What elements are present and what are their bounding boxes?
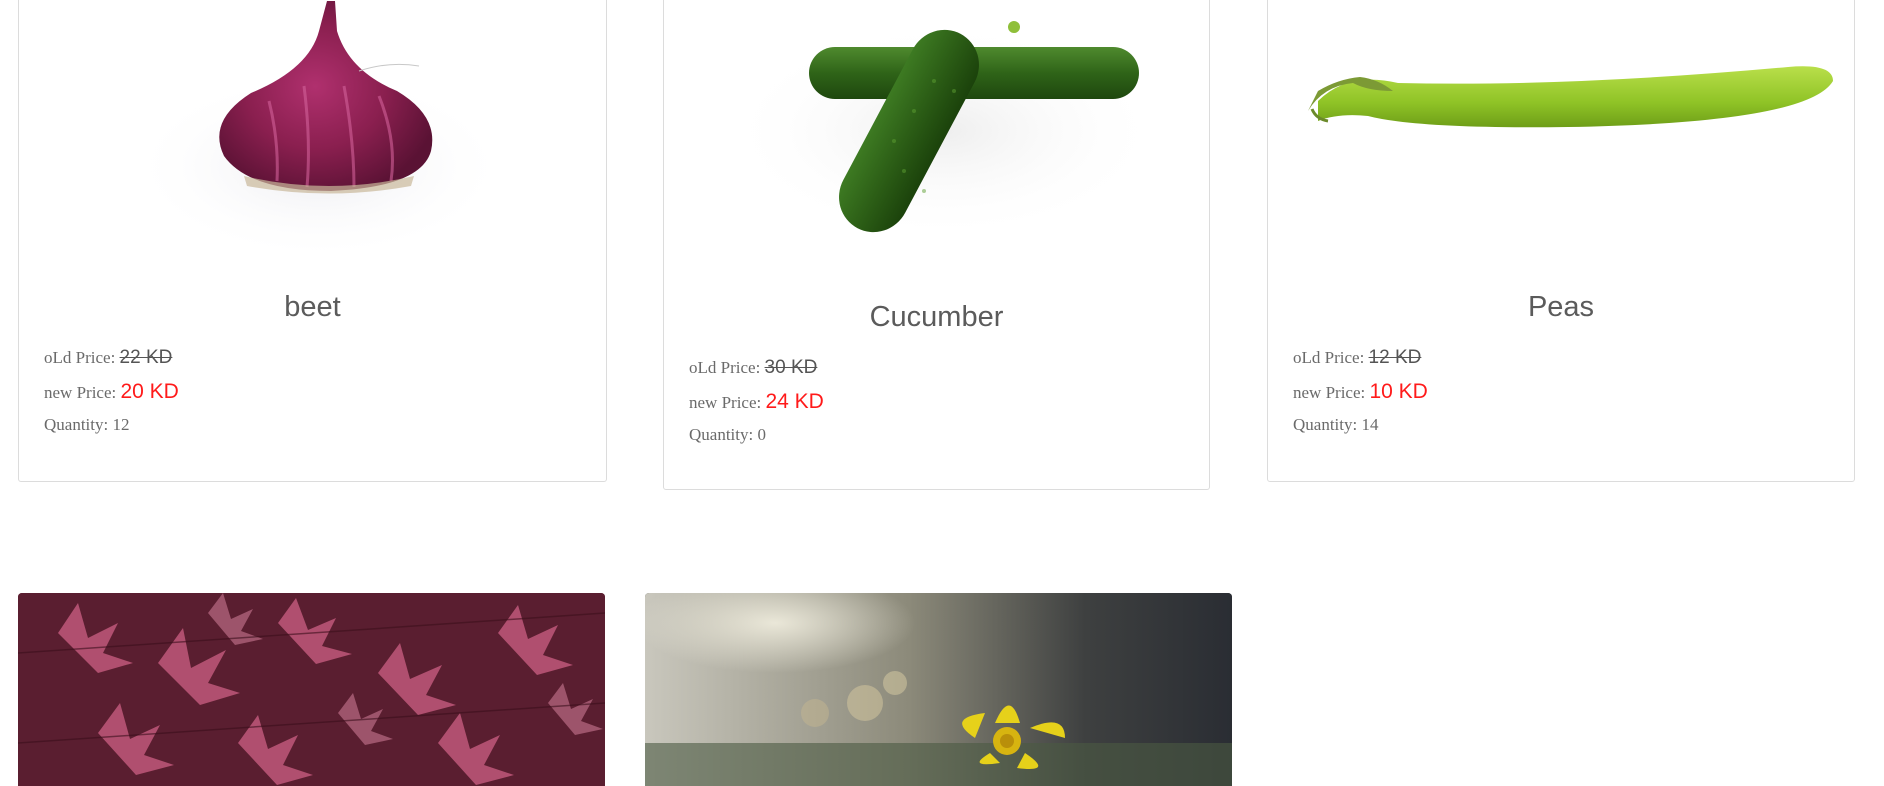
quantity-label: Quantity: [1293,415,1358,434]
old-price-value: 30 KD [764,357,818,378]
product-name[interactable]: beet [19,291,606,324]
old-price-value: 22 KD [119,347,173,368]
old-price-row: oLd Price: 30 KD [689,351,824,385]
peas-image [1308,66,1833,128]
product-card-beet[interactable]: beet oLd Price: 22 KD new Price: 20 KD Q… [18,0,607,482]
quantity-row: Quantity: 12 [44,410,179,440]
beet-image [129,1,509,261]
old-price-label: oLd Price: [1293,348,1365,367]
product-image-yellow-flower[interactable] [645,593,1232,786]
new-price-row: new Price: 10 KD [1293,375,1428,410]
quantity-row: Quantity: 0 [689,420,824,450]
quantity-label: Quantity: [44,415,109,434]
product-image-peas [1268,0,1854,271]
new-price-value: 10 KD [1369,380,1428,403]
product-image-maple-leaves[interactable] [18,593,605,786]
product-card-cucumber[interactable]: Cucumber oLd Price: 30 KD new Price: 24 … [663,0,1210,490]
old-price-row: oLd Price: 12 KD [1293,341,1428,375]
yellow-flower-image [645,593,1232,786]
new-price-row: new Price: 24 KD [689,385,824,420]
quantity-value: 14 [1361,415,1379,434]
product-name[interactable]: Cucumber [664,301,1209,334]
new-price-value: 24 KD [765,390,824,413]
product-image-cucumber [664,0,1209,261]
new-price-label: new Price: [1293,383,1366,402]
old-price-label: oLd Price: [689,358,761,377]
product-name[interactable]: Peas [1268,291,1854,324]
new-price-label: new Price: [689,393,762,412]
new-price-row: new Price: 20 KD [44,375,179,410]
product-image-beet [19,0,606,271]
product-card-peas[interactable]: Peas oLd Price: 12 KD new Price: 10 KD Q… [1267,0,1855,482]
maple-leaves-image [18,593,605,786]
new-price-label: new Price: [44,383,117,402]
quantity-value: 12 [112,415,130,434]
product-grid-page: beet oLd Price: 22 KD new Price: 20 KD Q… [0,0,1884,786]
quantity-label: Quantity: [689,425,754,444]
quantity-row: Quantity: 14 [1293,410,1428,440]
old-price-value: 12 KD [1368,347,1422,368]
old-price-label: oLd Price: [44,348,116,367]
cucumber-image [724,21,1164,241]
quantity-value: 0 [757,425,766,444]
old-price-row: oLd Price: 22 KD [44,341,179,375]
new-price-value: 20 KD [120,380,179,403]
